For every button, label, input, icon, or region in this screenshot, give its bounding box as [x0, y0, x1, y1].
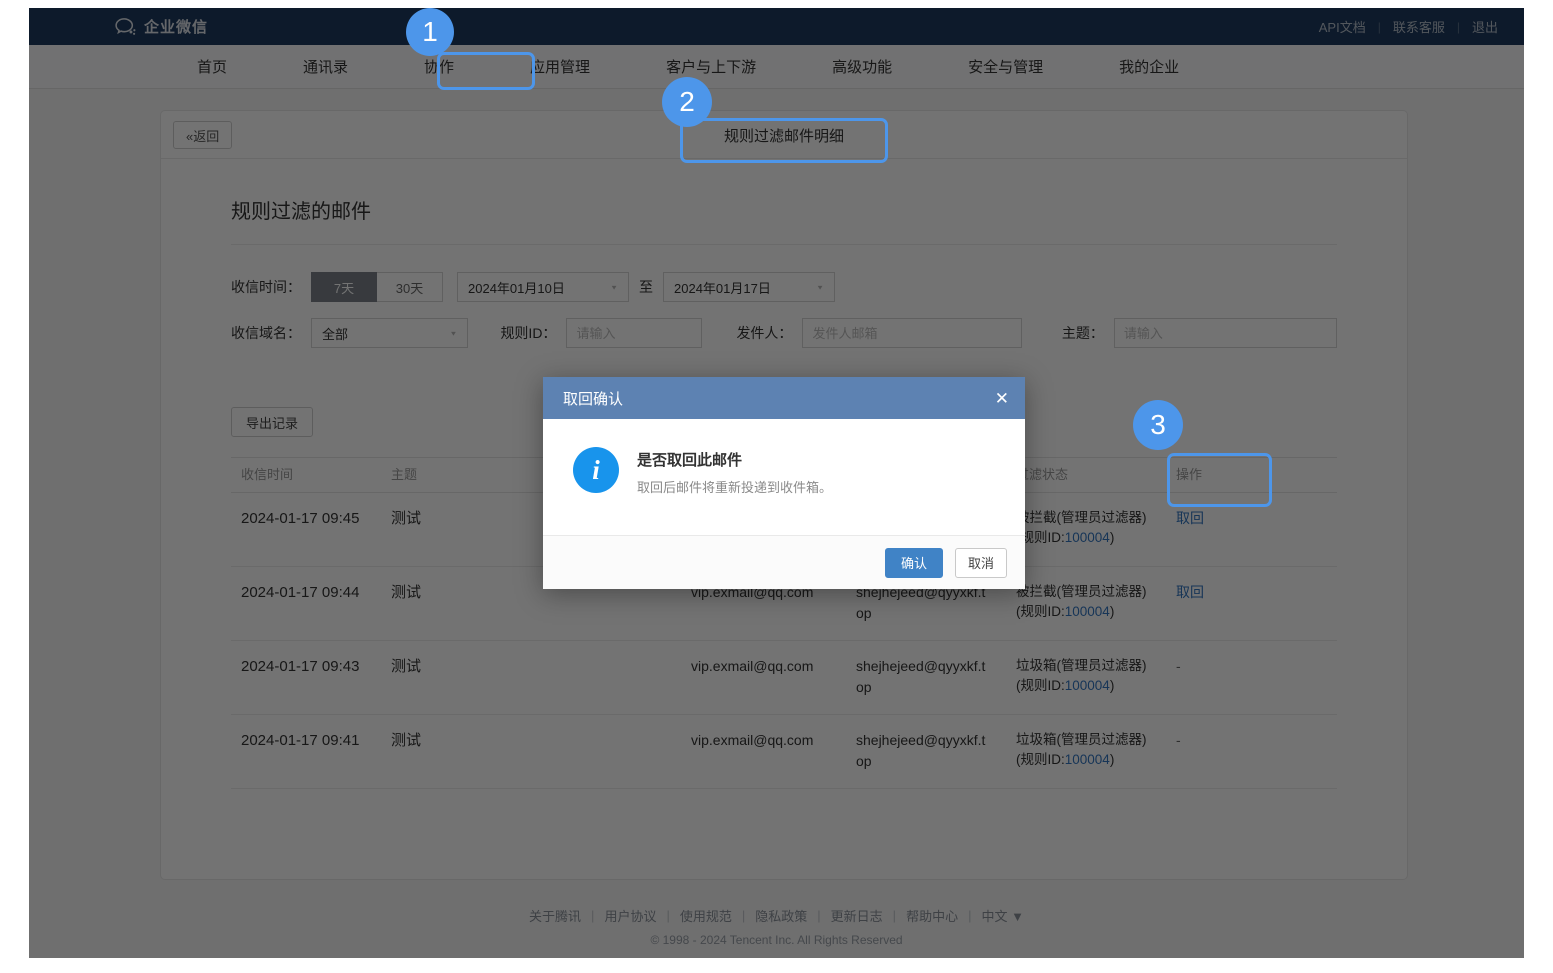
callout-highlight-panel-title: [680, 118, 888, 163]
close-icon[interactable]: ✕: [995, 390, 1009, 407]
cancel-button[interactable]: 取消: [955, 548, 1007, 578]
modal-message: 是否取回此邮件 取回后邮件将重新投递到收件箱。: [637, 447, 832, 496]
retrieve-confirm-modal: 取回确认 ✕ i 是否取回此邮件 取回后邮件将重新投递到收件箱。 确认 取消: [543, 377, 1025, 589]
callout-step-1-badge: 1: [406, 8, 454, 56]
callout-highlight-collaboration-tab: [437, 52, 535, 90]
info-icon: i: [573, 447, 619, 493]
modal-message-subtitle: 取回后邮件将重新投递到收件箱。: [637, 477, 832, 496]
modal-message-title: 是否取回此邮件: [637, 449, 832, 470]
callout-step-3-badge: 3: [1133, 400, 1183, 450]
modal-footer: 确认 取消: [543, 535, 1025, 589]
modal-header: 取回确认 ✕: [543, 377, 1025, 419]
confirm-button[interactable]: 确认: [885, 548, 943, 578]
callout-highlight-retrieve-link: [1167, 453, 1272, 507]
modal-body: i 是否取回此邮件 取回后邮件将重新投递到收件箱。: [543, 419, 1025, 535]
modal-title: 取回确认: [563, 388, 623, 409]
page: 企业微信 API文档 | 联系客服 | 退出 首页 通讯录 协作 应用管理 客户…: [29, 8, 1524, 958]
